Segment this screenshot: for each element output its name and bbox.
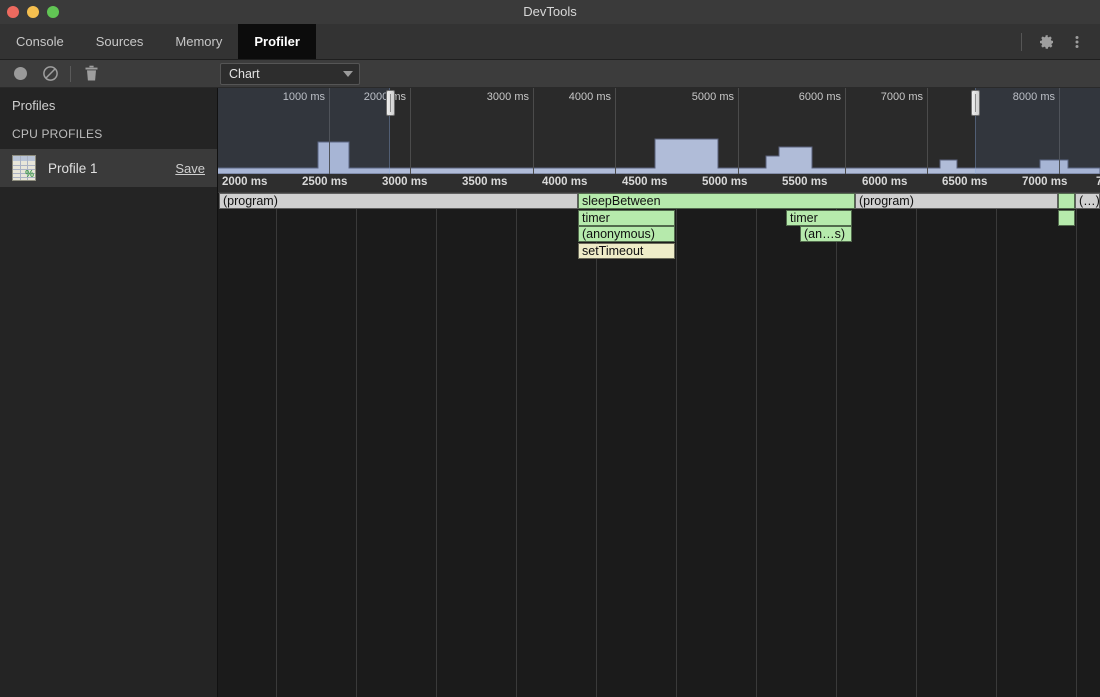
flame-chart-tick-label: 7000 ms [1022,176,1067,188]
close-window-button[interactable] [7,6,19,18]
delete-profile-button[interactable] [77,61,105,87]
flame-chart-pane[interactable]: 2000 ms 2500 ms 3000 ms 3500 ms 4000 ms 4500 … [218,174,1100,697]
flame-chart-tick-label: 2000 ms [222,176,267,188]
chevron-down-icon [343,71,353,77]
flame-chart-bar[interactable]: timer [578,210,675,226]
overview-window-left-handle[interactable] [386,90,395,116]
flame-chart-tick-label: 7 [1096,176,1100,188]
flame-chart-bar[interactable] [1058,210,1075,226]
profiler-toolbar-left [0,60,218,88]
view-mode-value: Chart [229,67,343,81]
profiler-main-pane: 1000 ms2000 ms3000 ms4000 ms5000 ms6000 … [218,88,1100,697]
gear-icon[interactable] [1034,29,1060,55]
more-vertical-icon[interactable] [1064,29,1090,55]
overview-tick-label: 5000 ms [649,91,739,103]
flame-chart-bar[interactable]: (…) [1075,193,1100,209]
overview-dim-right [975,88,1100,174]
no-entry-icon [42,65,59,82]
tabstrip-actions [1013,24,1100,59]
tabstrip-spacer [316,24,1013,59]
flame-chart-tick-label: 3000 ms [382,176,427,188]
spreadsheet-percent-icon: % [12,155,36,181]
flame-chart-bars: (program)sleepBetween(program) (…) timer ti… [218,193,1100,697]
overview-dim-left [218,88,390,174]
flame-chart-tick-label: 5500 ms [782,176,827,188]
flame-chart-bar[interactable]: (program) [219,193,578,209]
view-mode-select[interactable]: Chart [220,63,360,85]
tab-profiler[interactable]: Profiler [238,24,316,59]
flame-chart-bar[interactable]: (program) [855,193,1058,209]
flame-chart-tick-label: 6000 ms [862,176,907,188]
cpu-profiles-section-header: CPU PROFILES [0,121,217,149]
profiler-toolbar: Chart [0,60,1100,88]
flame-chart-bar[interactable]: timer [786,210,852,226]
window-title: DevTools [0,0,1100,24]
record-button[interactable] [6,61,34,87]
flame-chart-bar[interactable]: sleepBetween [578,193,855,209]
clear-all-button[interactable] [36,61,64,87]
flame-chart-tick-label: 3500 ms [462,176,507,188]
flame-chart-tick-label: 6500 ms [942,176,987,188]
save-profile-link[interactable]: Save [175,161,205,176]
flame-chart-bar[interactable] [1058,193,1075,209]
flame-chart-tick-label: 4000 ms [542,176,587,188]
zoom-window-button[interactable] [47,6,59,18]
tab-sources[interactable]: Sources [80,24,160,59]
overview-tick-label: 6000 ms [756,91,846,103]
view-select-wrapper: Chart [220,63,360,85]
flame-chart-tick-label: 2500 ms [302,176,347,188]
traffic-lights [7,0,59,24]
flame-chart-tick-label: 5000 ms [702,176,747,188]
flame-chart-bar[interactable]: (anonymous) [578,226,675,242]
flame-chart-bar[interactable]: setTimeout [578,243,675,259]
overview-tick-label: 4000 ms [526,91,616,103]
flame-chart-tick-label: 4500 ms [622,176,667,188]
overview-window-right-handle[interactable] [971,90,980,116]
cpu-overview-pane[interactable]: 1000 ms2000 ms3000 ms4000 ms5000 ms6000 … [218,88,1100,174]
minimize-window-button[interactable] [27,6,39,18]
trash-icon [84,65,99,82]
window-titlebar: DevTools [0,0,1100,24]
profiles-sidebar: Profiles CPU PROFILES % Profile 1 Save [0,88,218,697]
flame-chart-bar[interactable]: (an…s) [800,226,852,242]
profile-name-label: Profile 1 [48,161,175,176]
tab-memory[interactable]: Memory [159,24,238,59]
devtools-tabstrip: Console Sources Memory Profiler [0,24,1100,60]
tab-console[interactable]: Console [0,24,80,59]
sidebar-title: Profiles [0,88,217,121]
flame-chart-ruler: 2000 ms 2500 ms 3000 ms 3500 ms 4000 ms 4500 … [218,174,1100,193]
overview-tick-label: 3000 ms [444,91,534,103]
record-icon [14,67,27,80]
toolbar-separator [1021,33,1022,51]
list-item-profile-1[interactable]: % Profile 1 Save [0,149,217,187]
toolbar-divider [70,66,71,82]
overview-tick-label: 7000 ms [838,91,928,103]
